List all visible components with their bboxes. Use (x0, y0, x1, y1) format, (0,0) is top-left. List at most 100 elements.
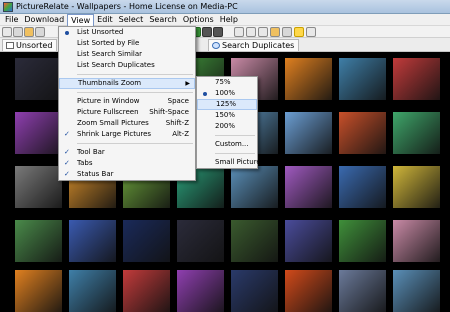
save-icon[interactable] (24, 27, 34, 37)
thumbnail-blue-aurora[interactable] (69, 220, 116, 262)
window-title: PictureRelate - Wallpapers - Home Licens… (16, 2, 238, 11)
thumbnail-whale-tail[interactable] (69, 270, 116, 312)
thumbnail-blue-purple[interactable] (285, 220, 332, 262)
thumbnail-sunset[interactable] (339, 112, 386, 154)
view-menu-item-status-bar[interactable]: ✓ Status Bar (59, 169, 195, 180)
check-icon: ✓ (64, 130, 70, 138)
duplicate-icon[interactable] (258, 27, 268, 37)
menu-search[interactable]: Search (146, 14, 179, 25)
check-icon: ✓ (64, 170, 70, 178)
view-menu-item-tabs[interactable]: ✓ Tabs (59, 158, 195, 169)
scan-icon[interactable] (234, 27, 244, 37)
menu-item-label: 200% (215, 122, 236, 130)
menu-options[interactable]: Options (180, 14, 217, 25)
thumbnail-forest-tree[interactable] (231, 220, 278, 262)
menu-help[interactable]: Help (217, 14, 241, 25)
thumbnail-orange-flower[interactable] (285, 58, 332, 100)
zoom-menu-item-150[interactable]: 150% (197, 110, 257, 121)
check-icon: ✓ (64, 159, 70, 167)
thumbnail-fern[interactable] (393, 112, 440, 154)
thumbnail-red-leaf[interactable] (285, 270, 332, 312)
menu-item-label: List Sorted by File (77, 39, 140, 47)
view-menu-item-list-sorted-by-file[interactable]: List Sorted by File (59, 38, 195, 49)
thumbnail-blue-wave[interactable] (339, 166, 386, 208)
menu-item-label: Small Pictures (215, 158, 265, 166)
menu-item-label: List Unsorted (77, 28, 124, 36)
thumbnail-green[interactable] (15, 220, 62, 262)
thumbnail-mountains[interactable] (339, 270, 386, 312)
menu-item-label: Tool Bar (77, 148, 105, 156)
thumbnail-night[interactable] (123, 220, 170, 262)
thumbnail-purple-flower[interactable] (15, 112, 62, 154)
thumbnail-purple-flower[interactable] (177, 270, 224, 312)
key-icon[interactable] (282, 27, 292, 37)
menu-view[interactable]: View (67, 13, 95, 26)
menu-item-label: Picture in Window (77, 97, 140, 105)
title-bar: PictureRelate - Wallpapers - Home Licens… (0, 0, 450, 14)
star-icon[interactable] (294, 27, 304, 37)
zoom-menu-item-200[interactable]: 200% (197, 121, 257, 132)
new-icon[interactable] (2, 27, 12, 37)
view-menu-item-tool-bar[interactable]: ✓ Tool Bar (59, 147, 195, 158)
thumbnail-shark[interactable] (393, 270, 440, 312)
view-menu-item-picture-fullscreen[interactable]: Picture Fullscreen Shift-Space (59, 107, 195, 118)
help-icon[interactable] (306, 27, 316, 37)
thumbnail-orange-flower[interactable] (15, 270, 62, 312)
menu-separator (215, 135, 255, 136)
view-menu-item-picture-in-window[interactable]: Picture in Window Space (59, 96, 195, 107)
thumbnail-red-plant[interactable] (393, 58, 440, 100)
zoom-menu-item-custom[interactable]: Custom... (197, 139, 257, 150)
thumbnail-red-plant[interactable] (123, 270, 170, 312)
view-menu-item-list-search-duplicates[interactable]: List Search Duplicates (59, 60, 195, 71)
view-menu-item-zoom-small-pictures[interactable]: Zoom Small Pictures Shift-Z (59, 118, 195, 129)
thumbnail-blue[interactable] (15, 58, 62, 100)
view-menu: List Unsorted List Sorted by File List Sea… (58, 26, 196, 181)
menu-item-label: 150% (215, 111, 236, 119)
menu-item-label: 125% (216, 100, 237, 108)
thumbnail-gray-leaf[interactable] (15, 166, 62, 208)
menu-shortcut: Shift-Z (165, 119, 189, 127)
thumbnail-green-leaves[interactable] (339, 220, 386, 262)
tab-search-duplicates[interactable]: Search Duplicates (208, 39, 300, 51)
menu-separator (77, 74, 193, 75)
menu-item-label: 75% (215, 78, 231, 86)
menu-select[interactable]: Select (116, 14, 147, 25)
radio-bullet-icon (203, 92, 207, 96)
view-menu-item-list-unsorted[interactable]: List Unsorted (59, 27, 195, 38)
thumbnail-purple[interactable] (285, 166, 332, 208)
thumbnail-pink-flowers[interactable] (393, 220, 440, 262)
zoom-menu-item-125[interactable]: 125% (197, 99, 257, 110)
zoom-menu-item-100[interactable]: 100% (197, 88, 257, 99)
thumbnail-mist[interactable] (231, 166, 278, 208)
open-icon[interactable] (13, 27, 23, 37)
zoom-menu-item-75[interactable]: 75% (197, 77, 257, 88)
thumbnail-lake[interactable] (285, 112, 332, 154)
compare-icon[interactable] (246, 27, 256, 37)
view-menu-item-shrink-large-pictures[interactable]: ✓ Shrink Large Pictures Alt-Z (59, 129, 195, 140)
zoom-menu-item-small-pictures[interactable]: Small Pictures (197, 157, 264, 168)
camera-icon[interactable] (35, 27, 45, 37)
thumbnail-blue[interactable] (177, 220, 224, 262)
forward-icon[interactable] (213, 27, 223, 37)
menu-edit[interactable]: Edit (94, 14, 116, 25)
menu-file[interactable]: File (2, 14, 21, 25)
thumbnails-zoom-submenu: 75% 100% 125% 150% 200% Custom... Small Pictur… (196, 76, 264, 169)
submenu-arrow-icon: ▶ (185, 80, 190, 87)
menu-item-label: 100% (215, 89, 236, 97)
stop-icon[interactable] (202, 27, 212, 37)
menu-shortcut: Alt-Z (172, 130, 189, 138)
thumbnail-whale-tail[interactable] (339, 58, 386, 100)
thumbnail-yellow-flower[interactable] (393, 166, 440, 208)
tab-unsorted[interactable]: Unsorted (2, 39, 58, 51)
menu-item-label: Zoom Small Pictures (77, 119, 149, 127)
menu-download[interactable]: Download (21, 14, 67, 25)
flag-icon[interactable] (270, 27, 280, 37)
tab-label: Search Duplicates (222, 41, 295, 50)
view-menu-item-thumbnails-zoom[interactable]: Thumbnails Zoom ▶ (59, 78, 195, 89)
view-menu-item-list-search-similar[interactable]: List Search Similar (59, 49, 195, 60)
thumbnail-dark-blue[interactable] (231, 270, 278, 312)
menu-shortcut: Shift-Space (149, 108, 189, 116)
menu-separator (77, 143, 193, 144)
menu-separator (77, 92, 193, 93)
menu-item-label: List Search Duplicates (77, 61, 155, 69)
